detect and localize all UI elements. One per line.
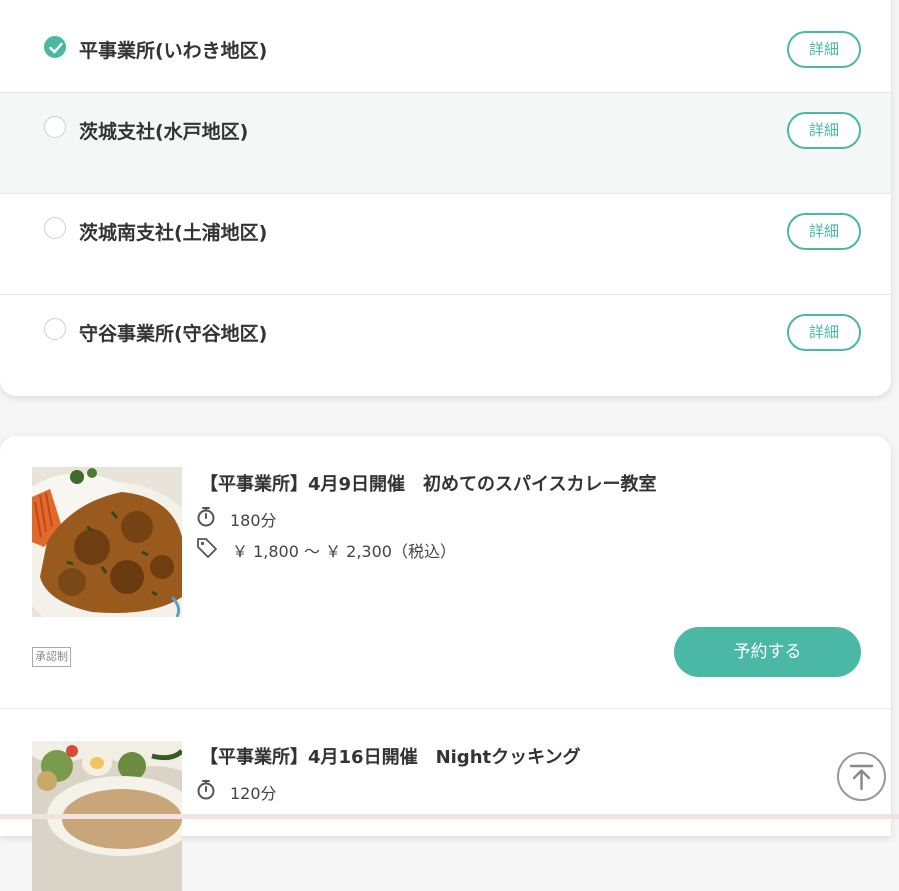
location-name: 平事業所(いわき地区): [79, 40, 268, 62]
course-title[interactable]: 【平事業所】4月9日開催 初めてのスパイスカレー教室: [200, 470, 657, 496]
arrow-up-to-top-icon: [849, 764, 874, 791]
detail-button[interactable]: 詳細: [787, 31, 861, 68]
location-row-mito[interactable]: 茨城支社(水戸地区) 詳細: [0, 93, 891, 194]
location-name: 茨城南支社(土浦地区): [79, 222, 268, 244]
radio-unchecked-icon[interactable]: [44, 116, 66, 138]
approval-badge: 承認制: [32, 647, 71, 667]
duration-text: 120分: [230, 784, 277, 803]
course-thumbnail-curry[interactable]: [32, 467, 182, 617]
stopwatch-icon: [197, 780, 215, 800]
radio-checked-icon[interactable]: [44, 36, 66, 58]
location-name: 茨城支社(水戸地区): [79, 121, 249, 143]
location-name: 守谷事業所(守谷地区): [79, 323, 268, 345]
price-tag-icon: [197, 538, 217, 558]
stopwatch-icon: [197, 507, 215, 527]
scroll-to-top-button[interactable]: [837, 752, 886, 801]
reserve-button[interactable]: 予約する: [674, 627, 861, 677]
course-title[interactable]: 【平事業所】4月16日開催 Nightクッキング: [200, 743, 581, 769]
bottom-bar: [0, 814, 899, 819]
price-text: ￥ 1,800 〜 ￥ 2,300（税込）: [232, 542, 456, 561]
detail-button[interactable]: 詳細: [787, 112, 861, 149]
location-row-iwaki[interactable]: 平事業所(いわき地区) 詳細: [0, 0, 891, 93]
detail-button[interactable]: 詳細: [787, 314, 861, 351]
location-row-moriya[interactable]: 守谷事業所(守谷地区) 詳細: [0, 295, 891, 396]
radio-unchecked-icon[interactable]: [44, 217, 66, 239]
divider: [0, 708, 891, 709]
detail-button[interactable]: 詳細: [787, 213, 861, 250]
location-list-card: 平事業所(いわき地区) 詳細 茨城支社(水戸地区) 詳細 茨城南支社(土浦地区)…: [0, 0, 891, 396]
duration-text: 180分: [230, 511, 277, 530]
course-list-card: 【平事業所】4月9日開催 初めてのスパイスカレー教室 180分 ￥ 1,800 …: [0, 436, 891, 891]
curry-photo: [32, 467, 182, 617]
radio-unchecked-icon[interactable]: [44, 318, 66, 340]
check-icon: [49, 42, 63, 54]
location-row-tsuchiura[interactable]: 茨城南支社(土浦地区) 詳細: [0, 194, 891, 295]
